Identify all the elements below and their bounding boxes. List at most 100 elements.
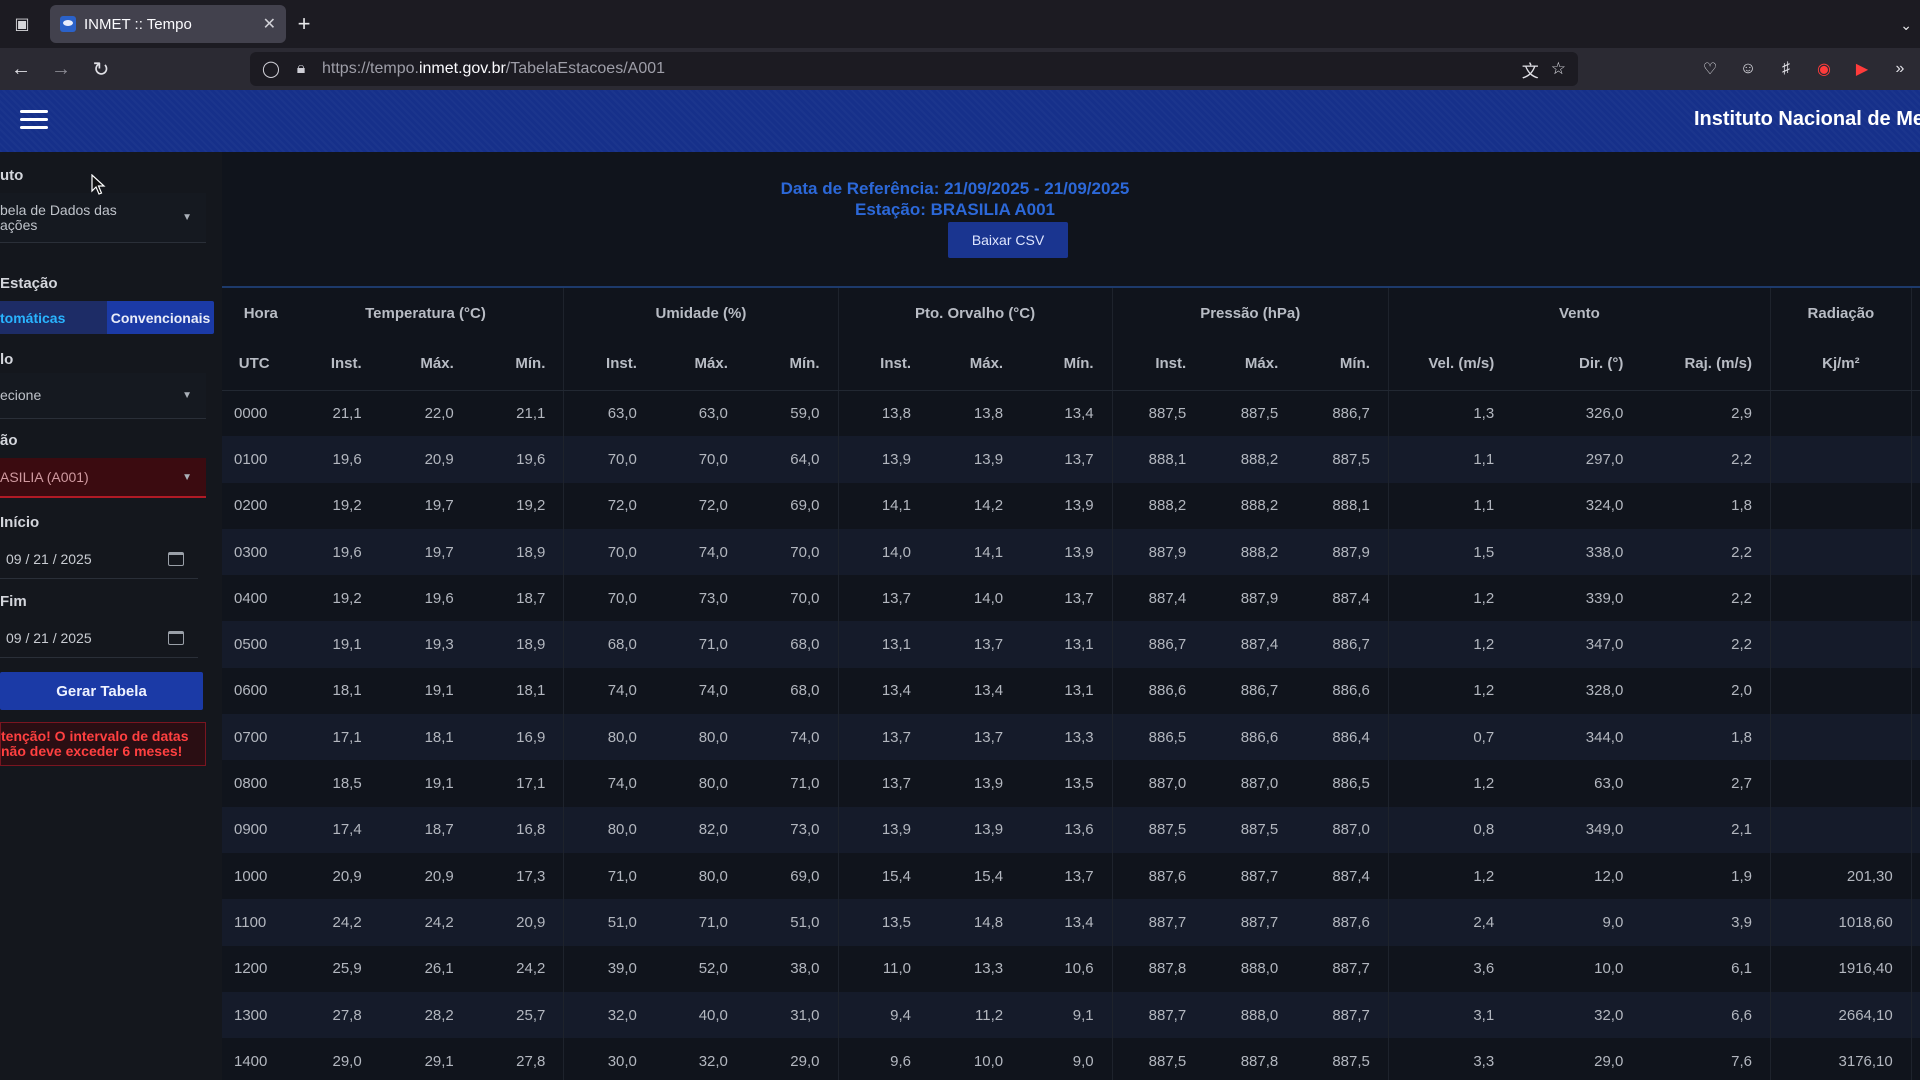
- account-icon[interactable]: ☺: [1738, 59, 1758, 79]
- url-text[interactable]: https://tempo.inmet.gov.br/TabelaEstacoe…: [322, 60, 1510, 78]
- table-row: 1300 27,8 28,2 25,7 32,0 40,0 31,0 9,4 11,2 9,1 88…: [222, 991, 1920, 1039]
- table-cell: 70,0: [654, 436, 746, 483]
- table-cell: 51,0: [563, 899, 655, 946]
- star-bookmark-icon[interactable]: ☆: [1551, 59, 1566, 79]
- table-cell: 69,0: [745, 482, 838, 529]
- table-cell: 30,0: [563, 1038, 655, 1080]
- table-cell: 328,0: [1512, 667, 1642, 715]
- table-cell: 887,4: [1111, 575, 1205, 622]
- table-cell: 74,0: [654, 667, 746, 715]
- table-cell: 68,0: [745, 667, 838, 715]
- produto-label: uto: [0, 167, 24, 184]
- table-cell: 344,0: [1512, 714, 1642, 761]
- table-cell: 13,9: [1021, 482, 1113, 529]
- toggle-automaticas[interactable]: tomáticas: [0, 301, 107, 334]
- col-header: Mín.: [1021, 338, 1113, 391]
- table-cell: 51,0: [745, 899, 838, 946]
- station-type-toggle: tomáticas Convencionais: [0, 301, 214, 334]
- browser-tab[interactable]: INMET :: Tempo ✕: [50, 5, 286, 43]
- pocket-icon[interactable]: ♡: [1700, 59, 1720, 79]
- table-cell: 17,3: [471, 852, 564, 900]
- table-cell: 26,1: [379, 945, 472, 992]
- table-cell: 1018,60: [1769, 899, 1912, 946]
- table-cell: 9,0: [1021, 1038, 1113, 1080]
- table-cell: 6,1: [1641, 945, 1771, 992]
- table-cell: 24,2: [379, 899, 472, 946]
- youtube-icon[interactable]: ▶: [1852, 59, 1872, 79]
- table-cell: 74,0: [563, 760, 655, 807]
- col-group-orvalho: Pto. Orvalho (°C): [837, 288, 1113, 338]
- gerar-tabela-button[interactable]: Gerar Tabela: [0, 672, 203, 710]
- table-cell: [1769, 482, 1912, 529]
- table-cell: 18,9: [471, 621, 564, 668]
- date-range-warning: tenção! O intervalo de datas não deve ex…: [0, 722, 206, 766]
- table-cell: 3176,10: [1769, 1038, 1912, 1080]
- table-cell: 80,0: [563, 714, 655, 761]
- table-cell: [1910, 575, 1920, 622]
- tipo-select[interactable]: ecione ▼: [0, 373, 206, 419]
- calendar-icon[interactable]: [168, 551, 184, 566]
- table-cell: 13,8: [929, 390, 1022, 437]
- hour-cell: 0100: [222, 436, 288, 483]
- table-cell: 888,1: [1111, 436, 1205, 483]
- hour-cell: 0800: [222, 760, 288, 807]
- table-cell: 887,5: [1111, 1038, 1205, 1080]
- address-bar[interactable]: ◯ 🔒︎ https://tempo.inmet.gov.br/TabelaEs…: [250, 52, 1578, 86]
- browser-tab-strip: ▣ INMET :: Tempo ✕ + ⌄: [0, 0, 1920, 48]
- extensions-icon[interactable]: ♯: [1776, 59, 1796, 79]
- forward-arrow-icon[interactable]: →: [42, 50, 80, 88]
- menu-hamburger-icon[interactable]: [20, 106, 48, 134]
- table-cell: 886,6: [1296, 667, 1389, 715]
- table-cell: 14,0: [929, 575, 1022, 622]
- table-cell: 887,0: [1296, 806, 1389, 853]
- overflow-icon[interactable]: »: [1890, 59, 1910, 79]
- hour-cell: 1200: [222, 945, 288, 992]
- table-cell: 886,5: [1111, 714, 1205, 761]
- chevron-down-icon[interactable]: ⌄: [1900, 17, 1912, 34]
- hour-cell: 0600: [222, 667, 288, 715]
- table-cell: 887,4: [1296, 575, 1389, 622]
- table-cell: 71,0: [654, 899, 746, 946]
- col-header: Dir. (°): [1512, 338, 1642, 391]
- table-cell: 14,1: [929, 528, 1022, 576]
- toggle-convencionais[interactable]: Convencionais: [107, 301, 214, 334]
- col-group-radiacao: Radiação: [1769, 288, 1912, 338]
- produto-select[interactable]: bela de Dados das ações ▼: [0, 193, 206, 243]
- table-cell: 888,2: [1111, 482, 1205, 529]
- filter-sidebar: uto bela de Dados das ações ▼ Estação tom…: [0, 152, 222, 1080]
- translate-icon[interactable]: 文: [1522, 57, 1539, 82]
- col-header: Mín.: [471, 338, 564, 391]
- shield-icon[interactable]: ◯: [262, 59, 280, 79]
- lock-icon[interactable]: 🔒︎: [292, 60, 310, 78]
- table-cell: 297,0: [1512, 436, 1642, 483]
- new-tab-icon[interactable]: +: [286, 5, 322, 43]
- table-cell: 2,4: [1387, 899, 1513, 946]
- table-cell: 13,9: [1021, 528, 1113, 576]
- inicio-date-input[interactable]: 09 / 21 / 2025: [0, 539, 198, 579]
- col-header: Mín.: [745, 338, 838, 391]
- table-cell: 1,2: [1387, 621, 1513, 668]
- table-subheader-row: UTC Inst. Máx. Mín. Inst. Máx. Mín. Inst. Máx. Mí…: [222, 338, 1920, 391]
- table-cell: 74,0: [654, 528, 746, 576]
- ublock-icon[interactable]: ◉: [1814, 59, 1834, 79]
- weather-data-table: Hora Temperatura (°C) Umidade (%) Pto. O…: [222, 288, 1920, 1080]
- table-cell: 82,0: [654, 806, 746, 853]
- hour-cell: 1300: [222, 991, 288, 1039]
- fim-date-input[interactable]: 09 / 21 / 2025: [0, 618, 198, 658]
- estacao-select[interactable]: ASILIA (A001) ▼: [0, 458, 206, 498]
- table-cell: 886,7: [1204, 667, 1297, 715]
- dropdown-caret-icon: ▼: [182, 471, 192, 483]
- col-header: UTC: [222, 338, 288, 391]
- col-header: Máx.: [1204, 338, 1297, 391]
- calendar-icon[interactable]: [168, 630, 184, 645]
- close-tab-icon[interactable]: ✕: [263, 14, 276, 34]
- table-cell: 70,0: [563, 575, 655, 622]
- table-cell: 32,0: [654, 1038, 746, 1080]
- table-cell: 3,1: [1387, 991, 1513, 1039]
- baixar-csv-button[interactable]: Baixar CSV: [948, 222, 1068, 258]
- tab-list-icon[interactable]: ▣: [0, 0, 44, 48]
- table-cell: 886,7: [1296, 621, 1389, 668]
- reload-icon[interactable]: ↻: [82, 50, 120, 88]
- table-cell: 888,2: [1204, 482, 1297, 529]
- back-arrow-icon[interactable]: ←: [2, 50, 40, 88]
